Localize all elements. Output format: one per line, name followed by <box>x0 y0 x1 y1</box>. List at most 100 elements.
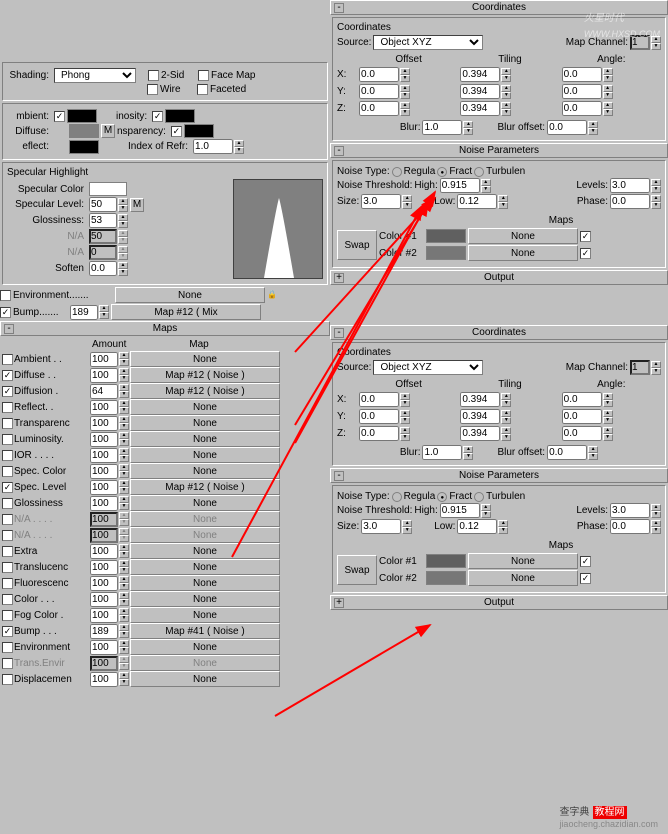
map-amount-0[interactable] <box>90 352 118 367</box>
map-amount-6[interactable] <box>90 448 118 463</box>
gloss[interactable] <box>89 213 117 228</box>
map-check-0[interactable] <box>2 354 13 365</box>
map-check-12[interactable] <box>2 546 13 557</box>
ambient-swatch[interactable] <box>67 109 97 123</box>
color2-map[interactable]: None <box>468 245 578 261</box>
source-select[interactable]: Object XYZ <box>373 35 483 50</box>
coord-input[interactable] <box>359 426 399 441</box>
map-slot-5[interactable]: None <box>130 431 280 447</box>
noise-header[interactable]: -Noise Parameters <box>330 143 668 158</box>
coord-input[interactable] <box>562 392 602 407</box>
coord-input[interactable] <box>562 426 602 441</box>
wire-check[interactable] <box>147 84 158 95</box>
c2-enable[interactable]: ✓ <box>580 248 591 259</box>
reflect-swatch[interactable] <box>69 140 99 154</box>
map-slot-16[interactable]: None <box>130 607 280 623</box>
env-map-btn[interactable]: None <box>115 287 265 303</box>
soften[interactable] <box>89 261 117 276</box>
coord-input[interactable] <box>359 392 399 407</box>
spec-level-map[interactable]: M <box>130 198 144 212</box>
color1-swatch[interactable] <box>426 554 466 568</box>
coord-input[interactable] <box>440 178 480 193</box>
coord-input[interactable] <box>610 519 650 534</box>
c1-enable[interactable]: ✓ <box>580 231 591 242</box>
map-amount-17[interactable] <box>90 624 118 639</box>
source-select[interactable]: Object XYZ <box>373 360 483 375</box>
coord-input[interactable] <box>457 519 497 534</box>
coord-input[interactable] <box>547 120 587 135</box>
2sided-check[interactable] <box>148 70 159 81</box>
coords-header[interactable]: -Coordinates <box>330 325 668 340</box>
color1-swatch[interactable] <box>426 229 466 243</box>
swap-btn[interactable]: Swap <box>337 555 377 585</box>
map-check-8[interactable]: ✓ <box>2 482 13 493</box>
output-header-1[interactable]: +Output <box>330 270 668 285</box>
coord-input[interactable] <box>361 519 401 534</box>
facemap-check[interactable] <box>198 70 209 81</box>
spec-swatch[interactable] <box>89 182 127 196</box>
coord-input[interactable] <box>547 445 587 460</box>
ambient-lock[interactable]: ✓ <box>54 111 65 122</box>
map-amount-7[interactable] <box>90 464 118 479</box>
coord-input[interactable] <box>610 178 650 193</box>
coord-input[interactable] <box>359 409 399 424</box>
diffuse-swatch[interactable] <box>69 124 99 138</box>
map-slot-13[interactable]: None <box>130 559 280 575</box>
map-amount-20[interactable] <box>90 672 118 687</box>
map-amount-1[interactable] <box>90 368 118 383</box>
ior-input[interactable] <box>193 139 233 154</box>
map-check-14[interactable] <box>2 578 13 589</box>
map-amount-5[interactable] <box>90 432 118 447</box>
lum-swatch[interactable] <box>165 109 195 123</box>
color2-map[interactable]: None <box>468 570 578 586</box>
map-check-15[interactable] <box>2 594 13 605</box>
map-check-7[interactable] <box>2 466 13 477</box>
map-slot-2[interactable]: Map #12 ( Noise ) <box>130 383 280 399</box>
map-check-20[interactable] <box>2 674 13 685</box>
map-slot-18[interactable]: None <box>130 639 280 655</box>
color2-swatch[interactable] <box>426 571 466 585</box>
map-slot-12[interactable]: None <box>130 543 280 559</box>
map-slot-0[interactable]: None <box>130 351 280 367</box>
coord-input[interactable] <box>460 84 500 99</box>
color1-map[interactable]: None <box>468 553 578 569</box>
map-check-5[interactable] <box>2 434 13 445</box>
c1-enable[interactable]: ✓ <box>580 556 591 567</box>
map-slot-8[interactable]: Map #12 ( Noise ) <box>130 479 280 495</box>
diffuse-map-btn[interactable]: M <box>101 124 115 138</box>
shading-select[interactable]: Phong <box>54 68 136 83</box>
radio-fractal[interactable] <box>437 492 447 502</box>
bump-amount[interactable] <box>70 305 98 320</box>
map-check-10[interactable] <box>2 514 13 525</box>
color2-swatch[interactable] <box>426 246 466 260</box>
swap-btn[interactable]: Swap <box>337 230 377 260</box>
radio-regular[interactable] <box>392 167 402 177</box>
map-slot-15[interactable]: None <box>130 591 280 607</box>
coord-input[interactable] <box>610 194 650 209</box>
map-slot-3[interactable]: None <box>130 399 280 415</box>
env-check[interactable] <box>0 290 11 301</box>
map-check-13[interactable] <box>2 562 13 573</box>
map-amount-18[interactable] <box>90 640 118 655</box>
radio-regular[interactable] <box>392 492 402 502</box>
map-amount-8[interactable] <box>90 480 118 495</box>
coord-input[interactable] <box>460 67 500 82</box>
map-amount-2[interactable] <box>90 384 118 399</box>
coord-input[interactable] <box>460 409 500 424</box>
map-slot-4[interactable]: None <box>130 415 280 431</box>
map-check-6[interactable] <box>2 450 13 461</box>
map-amount-3[interactable] <box>90 400 118 415</box>
trans-lock[interactable]: ✓ <box>171 126 182 137</box>
map-amount-14[interactable] <box>90 576 118 591</box>
faceted-check[interactable] <box>197 84 208 95</box>
bump-map-btn[interactable]: Map #12 ( Mix <box>111 304 261 320</box>
lock-icon[interactable]: 🔒 <box>267 290 277 300</box>
coord-input[interactable] <box>460 426 500 441</box>
map-amount-9[interactable] <box>90 496 118 511</box>
radio-turbulence[interactable] <box>474 167 484 177</box>
coord-input[interactable] <box>460 101 500 116</box>
map-amount-13[interactable] <box>90 560 118 575</box>
coord-input[interactable] <box>361 194 401 209</box>
map-slot-6[interactable]: None <box>130 447 280 463</box>
coord-input[interactable] <box>359 67 399 82</box>
